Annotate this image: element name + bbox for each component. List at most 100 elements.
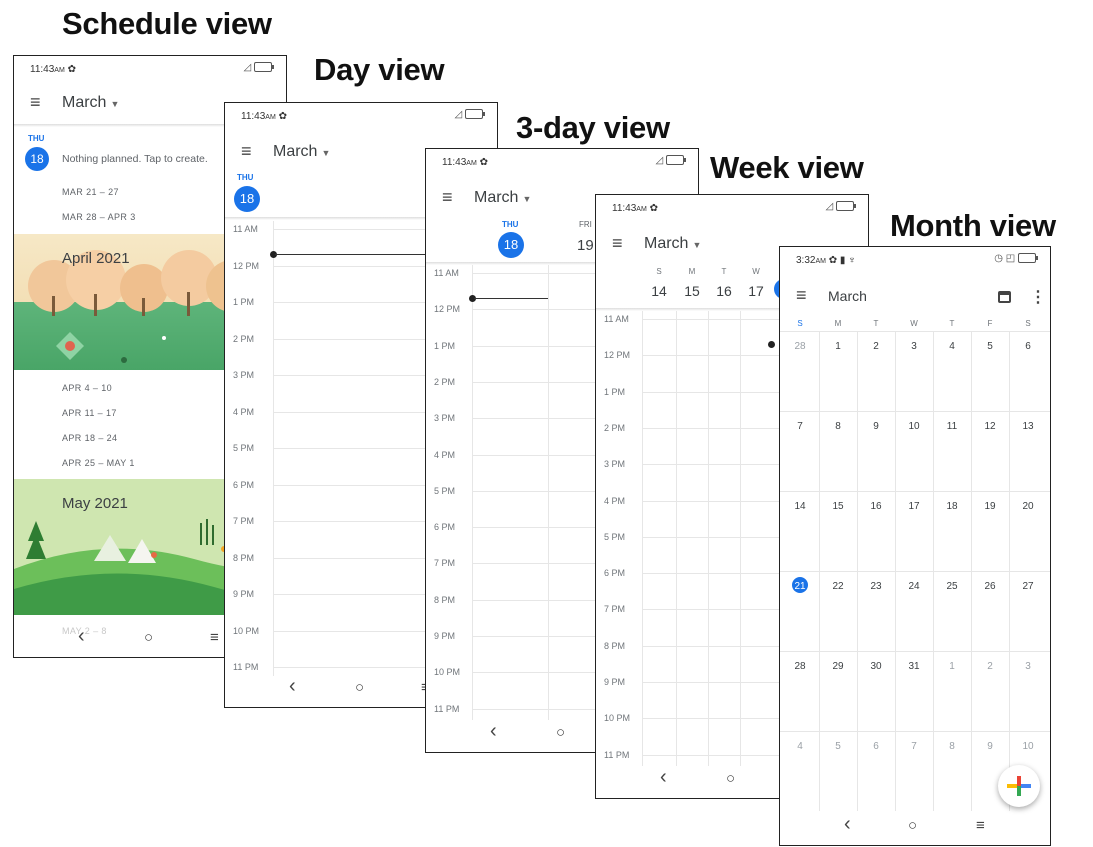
hour-label: 2 PM bbox=[604, 422, 626, 433]
month-day-cell[interactable]: 15 bbox=[819, 501, 857, 512]
month-day-cell[interactable]: 9 bbox=[857, 421, 895, 432]
menu-icon[interactable]: ≡ bbox=[796, 285, 807, 306]
day-number[interactable]: 14 bbox=[647, 283, 671, 299]
month-view-phone: 3:32AM ✿ ▮ ♆ ◷ ◰ ≡ March ⋮ S M T W T F S 28 1 2 3 4… bbox=[779, 246, 1051, 846]
today-circle[interactable]: 18 bbox=[234, 186, 260, 212]
home-button[interactable]: ○ bbox=[144, 629, 153, 646]
month-selector[interactable]: March ▼ bbox=[273, 143, 330, 161]
week-range[interactable]: MAR 28 – APR 3 bbox=[62, 212, 136, 222]
menu-icon[interactable]: ≡ bbox=[241, 141, 252, 162]
month-day-cell[interactable]: 26 bbox=[971, 581, 1009, 592]
recents-button[interactable]: ≡ bbox=[210, 629, 219, 646]
menu-icon[interactable]: ≡ bbox=[442, 187, 453, 208]
month-day-cell[interactable]: 3 bbox=[895, 341, 933, 352]
back-button[interactable]: ‹ bbox=[289, 675, 296, 698]
month-day-cell[interactable]: 29 bbox=[819, 661, 857, 672]
month-day-cell[interactable]: 21 bbox=[781, 581, 819, 592]
day-number[interactable]: 16 bbox=[712, 283, 736, 299]
grid-row-line bbox=[780, 651, 1050, 652]
month-day-cell[interactable]: 9 bbox=[971, 741, 1009, 752]
today-circle[interactable]: 18 bbox=[25, 147, 49, 171]
grid-row-line bbox=[780, 491, 1050, 492]
month-day-cell[interactable]: 5 bbox=[819, 741, 857, 752]
day-abbr: W bbox=[752, 267, 760, 276]
week-range[interactable]: APR 25 – MAY 1 bbox=[62, 458, 135, 468]
more-options-icon[interactable]: ⋮ bbox=[1030, 287, 1046, 307]
week-range[interactable]: APR 4 – 10 bbox=[62, 383, 112, 393]
month-day-cell[interactable]: 2 bbox=[857, 341, 895, 352]
month-day-cell[interactable]: 28 bbox=[781, 661, 819, 672]
month-day-cell[interactable]: 19 bbox=[971, 501, 1009, 512]
day-number[interactable]: 19 bbox=[577, 237, 594, 254]
caret-down-icon: ▼ bbox=[522, 194, 532, 204]
month-day-cell[interactable]: 4 bbox=[781, 741, 819, 752]
month-selector[interactable]: March ▼ bbox=[474, 189, 531, 207]
grid-row-line bbox=[780, 571, 1050, 572]
back-button[interactable]: ‹ bbox=[490, 720, 497, 743]
month-day-cell[interactable]: 7 bbox=[895, 741, 933, 752]
month-day-cell[interactable]: 3 bbox=[1009, 661, 1047, 672]
month-day-cell[interactable]: 10 bbox=[1009, 741, 1047, 752]
back-button[interactable]: ‹ bbox=[844, 813, 851, 836]
home-button[interactable]: ○ bbox=[726, 770, 735, 787]
month-day-cell[interactable]: 10 bbox=[895, 421, 933, 432]
nothing-planned-text[interactable]: Nothing planned. Tap to create. bbox=[62, 153, 208, 165]
month-day-cell[interactable]: 11 bbox=[933, 421, 971, 432]
month-day-cell[interactable]: 27 bbox=[1009, 581, 1047, 592]
week-range[interactable]: APR 18 – 24 bbox=[62, 433, 117, 443]
month-day-cell[interactable]: 8 bbox=[819, 421, 857, 432]
month-day-cell[interactable]: 12 bbox=[971, 421, 1009, 432]
month-title[interactable]: March bbox=[828, 288, 867, 304]
month-day-cell[interactable]: 23 bbox=[857, 581, 895, 592]
home-button[interactable]: ○ bbox=[908, 817, 917, 834]
month-day-cell[interactable]: 6 bbox=[1009, 341, 1047, 352]
month-day-cell[interactable]: 28 bbox=[781, 341, 819, 352]
day-number[interactable]: 15 bbox=[680, 283, 704, 299]
month-day-cell[interactable]: 1 bbox=[933, 661, 971, 672]
month-day-cell[interactable]: 17 bbox=[895, 501, 933, 512]
hour-label: 6 PM bbox=[604, 568, 626, 579]
recents-button[interactable]: ≡ bbox=[976, 817, 985, 834]
hour-label: 8 PM bbox=[604, 640, 626, 651]
month-day-cell[interactable]: 24 bbox=[895, 581, 933, 592]
status-bar: 11:43AM ✿ ◿ bbox=[225, 103, 497, 129]
signal-battery-icon: ◿ bbox=[656, 155, 686, 166]
month-day-cell[interactable]: 4 bbox=[933, 341, 971, 352]
week-range[interactable]: MAR 21 – 27 bbox=[62, 187, 119, 197]
home-button[interactable]: ○ bbox=[355, 679, 364, 696]
month-day-cell[interactable]: 14 bbox=[781, 501, 819, 512]
month-day-cell[interactable]: 25 bbox=[933, 581, 971, 592]
today-calendar-icon[interactable] bbox=[998, 291, 1011, 303]
home-button[interactable]: ○ bbox=[556, 724, 565, 741]
create-event-button[interactable] bbox=[998, 765, 1040, 807]
hour-label: 6 PM bbox=[434, 522, 456, 533]
weekday-header: S bbox=[1025, 319, 1031, 328]
month-selector[interactable]: March ▼ bbox=[644, 235, 701, 253]
month-day-cell[interactable]: 22 bbox=[819, 581, 857, 592]
month-day-cell[interactable]: 6 bbox=[857, 741, 895, 752]
back-button[interactable]: ‹ bbox=[660, 766, 667, 789]
month-day-cell[interactable]: 1 bbox=[819, 341, 857, 352]
day-number[interactable]: 17 bbox=[744, 283, 768, 299]
hour-label: 5 PM bbox=[233, 443, 255, 453]
menu-icon[interactable]: ≡ bbox=[612, 233, 623, 254]
month-day-cell[interactable]: 31 bbox=[895, 661, 933, 672]
month-day-cell[interactable]: 8 bbox=[933, 741, 971, 752]
month-day-cell[interactable]: 18 bbox=[933, 501, 971, 512]
hour-label: 2 PM bbox=[233, 333, 255, 344]
back-button[interactable]: ‹ bbox=[78, 625, 85, 648]
month-day-cell[interactable]: 30 bbox=[857, 661, 895, 672]
hour-label: 12 PM bbox=[604, 350, 631, 361]
today-circle[interactable]: 18 bbox=[498, 232, 524, 258]
month-day-cell[interactable]: 13 bbox=[1009, 421, 1047, 432]
week-range[interactable]: APR 11 – 17 bbox=[62, 408, 117, 418]
month-day-cell[interactable]: 20 bbox=[1009, 501, 1047, 512]
month-day-cell[interactable]: 7 bbox=[781, 421, 819, 432]
month-selector[interactable]: March ▼ bbox=[62, 94, 119, 112]
month-day-cell[interactable]: 5 bbox=[971, 341, 1009, 352]
hour-label: 9 PM bbox=[434, 631, 456, 641]
hour-label: 4 PM bbox=[434, 449, 456, 460]
month-day-cell[interactable]: 2 bbox=[971, 661, 1009, 672]
month-day-cell[interactable]: 16 bbox=[857, 501, 895, 512]
menu-icon[interactable]: ≡ bbox=[30, 92, 41, 113]
